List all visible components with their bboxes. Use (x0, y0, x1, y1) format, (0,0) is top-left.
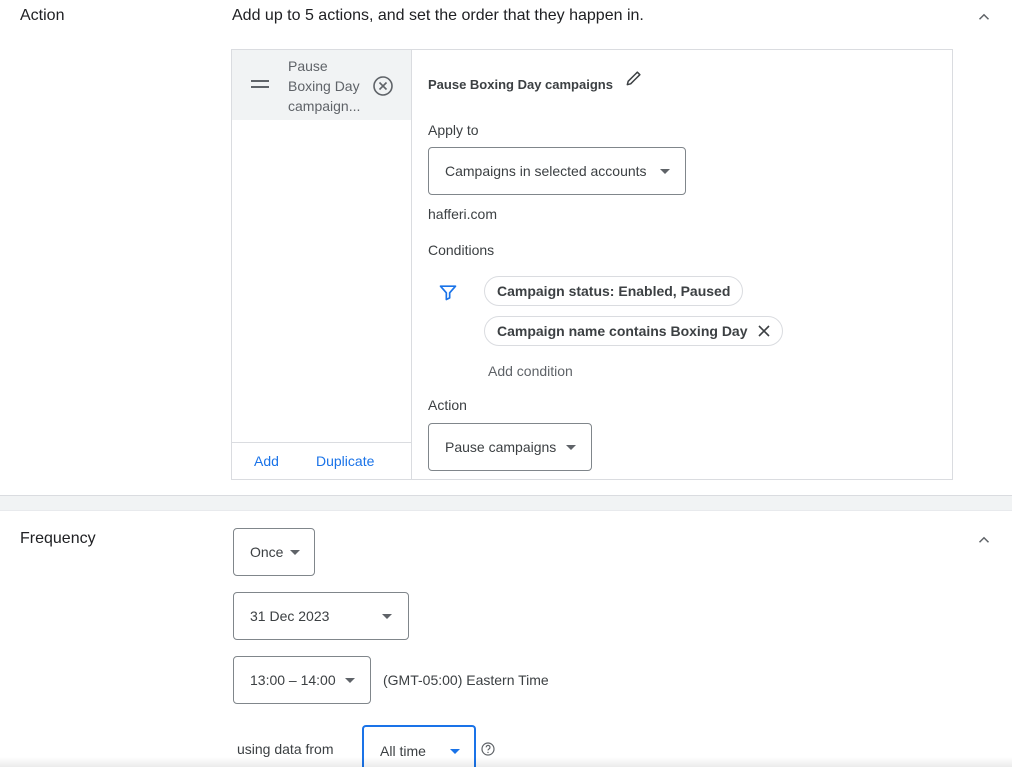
help-icon[interactable] (481, 742, 495, 756)
add-action-button[interactable]: Add (254, 453, 279, 469)
action-list: Pause Boxing Day campaign... Add Duplica… (232, 50, 412, 479)
dropdown-caret-icon (345, 678, 355, 683)
action-list-footer: Add Duplicate (232, 442, 411, 479)
condition-chip[interactable]: Campaign status: Enabled, Paused (484, 276, 744, 306)
account-name: hafferi.com (428, 206, 497, 222)
action-list-item[interactable]: Pause Boxing Day campaign... (232, 50, 411, 120)
time-dropdown[interactable]: 13:00 – 14:00 (233, 656, 371, 704)
filter-icon (438, 282, 458, 302)
date-dropdown[interactable]: 31 Dec 2023 (233, 592, 409, 640)
action-section-subtitle: Add up to 5 actions, and set the order t… (232, 7, 644, 24)
action-section-title: Action (20, 7, 65, 24)
action-type-dropdown[interactable]: Pause campaigns (428, 423, 592, 471)
action-name: Pause Boxing Day campaigns (428, 77, 613, 92)
action-type-value: Pause campaigns (445, 439, 557, 455)
using-data-label: using data from (237, 741, 334, 757)
apply-to-value: Campaigns in selected accounts (445, 163, 647, 179)
dropdown-caret-icon (450, 749, 460, 754)
add-condition-button[interactable]: Add condition (488, 363, 573, 379)
action-type-label: Action (428, 397, 467, 413)
dropdown-caret-icon (290, 550, 300, 555)
condition-chip-label: Campaign name contains Boxing Day (497, 323, 748, 339)
apply-to-label: Apply to (428, 122, 479, 138)
bottom-shadow (0, 757, 1012, 767)
remove-circle-icon[interactable] (372, 75, 394, 97)
condition-chip-label: Campaign status: Enabled, Paused (497, 283, 731, 299)
section-divider (0, 495, 1012, 511)
apply-to-dropdown[interactable]: Campaigns in selected accounts (428, 147, 686, 195)
chevron-up-icon (978, 13, 990, 20)
action-item-label: Pause Boxing Day campaign... (288, 58, 361, 114)
dropdown-caret-icon (660, 169, 670, 174)
frequency-value: Once (250, 544, 284, 560)
conditions-label: Conditions (428, 242, 495, 258)
frequency-dropdown[interactable]: Once (233, 528, 315, 576)
timezone-label: (GMT-05:00) Eastern Time (383, 672, 549, 688)
condition-chip[interactable]: Campaign name contains Boxing Day (484, 316, 783, 346)
dropdown-caret-icon (382, 614, 392, 619)
time-value: 13:00 – 14:00 (250, 672, 336, 688)
chevron-up-icon (978, 536, 990, 543)
date-value: 31 Dec 2023 (250, 608, 330, 624)
action-editor-panel: Pause Boxing Day campaign... Add Duplica… (231, 49, 953, 480)
frequency-section-title: Frequency (20, 530, 96, 547)
duplicate-action-button[interactable]: Duplicate (316, 453, 374, 469)
pencil-icon[interactable] (624, 68, 644, 88)
drag-handle-icon[interactable] (251, 80, 269, 90)
dropdown-caret-icon (566, 445, 576, 450)
close-icon[interactable] (757, 325, 770, 337)
action-detail: Pause Boxing Day campaigns Apply to Camp… (428, 50, 948, 479)
frequency-collapse-button[interactable] (972, 528, 996, 552)
action-collapse-button[interactable] (972, 5, 996, 29)
